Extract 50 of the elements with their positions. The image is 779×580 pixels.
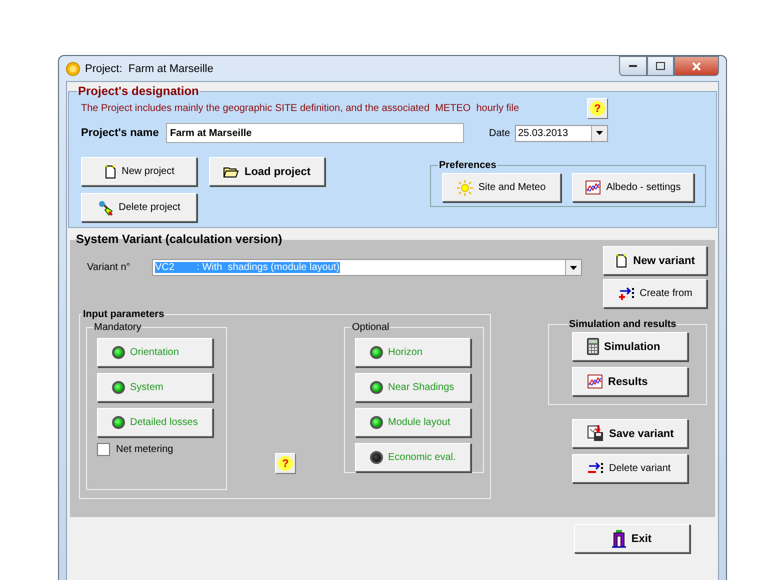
group-title: Simulation and results: [568, 319, 678, 330]
door-icon: [612, 530, 626, 548]
plus-arrow-icon: [618, 286, 635, 300]
window-title: Project: Farm at Marseille: [85, 62, 214, 74]
sun-icon: [457, 180, 474, 196]
field-label: Variant n°: [87, 262, 132, 273]
field-label: Date: [489, 128, 512, 138]
app-logo-icon: [66, 62, 80, 76]
close-icon: [692, 62, 701, 70]
minus-arrow-icon: [587, 462, 604, 476]
field-label: Project's name: [81, 127, 160, 139]
albedo-settings-button[interactable]: Albedo - settings: [572, 173, 694, 202]
net-metering-checkbox[interactable]: Net metering: [97, 443, 226, 456]
section-title: System Variant (calculation version): [75, 232, 284, 246]
load-project-button[interactable]: Load project: [209, 157, 325, 186]
new-project-button[interactable]: New project: [81, 157, 197, 186]
minimize-button[interactable]: [619, 56, 647, 76]
floppy-disk-icon: [587, 425, 604, 442]
group-title: Optional: [351, 322, 390, 333]
site-meteo-button[interactable]: Site and Meteo: [442, 173, 561, 202]
section-title: Project's designation: [77, 84, 200, 98]
new-variant-button[interactable]: New variant: [603, 246, 707, 275]
simulation-button[interactable]: Simulation: [572, 332, 688, 361]
chart-icon: [587, 374, 603, 389]
date-dropdown[interactable]: 25.03.2013: [515, 124, 608, 142]
maximize-button[interactable]: [647, 56, 674, 76]
maximize-icon: [656, 62, 665, 70]
group-title: Input parameters: [82, 309, 166, 320]
minimize-icon: [629, 64, 637, 68]
info-text: The Project includes mainly the geographic SITE definition, and the associated METEO hourly file: [81, 103, 520, 114]
broom-icon: [98, 200, 114, 216]
group-title: Preferences: [438, 160, 498, 171]
dropdown-arrow-icon: [596, 131, 603, 135]
project-name-field[interactable]: Farm at Marseille: [166, 123, 464, 143]
folder-icon: [223, 166, 240, 178]
delete-variant-button[interactable]: Delete variant: [572, 454, 688, 483]
results-button[interactable]: Results: [572, 367, 688, 396]
create-from-button[interactable]: Create from: [603, 279, 707, 308]
group-title: Mandatory: [93, 322, 142, 333]
help-button[interactable]: ?: [587, 98, 608, 119]
chart-icon: [585, 180, 602, 195]
help-button[interactable]: ?: [275, 453, 296, 474]
dropdown-arrow-icon: [570, 266, 577, 270]
delete-project-button[interactable]: Delete project: [81, 193, 197, 222]
close-button[interactable]: [674, 56, 719, 76]
calculator-icon: [587, 338, 599, 355]
exit-button[interactable]: Exit: [574, 524, 690, 553]
document-icon: [615, 254, 628, 268]
save-variant-button[interactable]: Save variant: [572, 419, 688, 448]
document-icon: [104, 164, 117, 178]
